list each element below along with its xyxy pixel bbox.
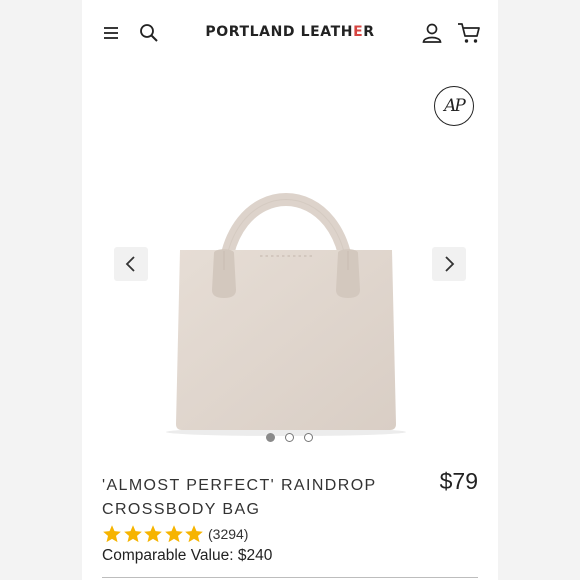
product-price: $79: [439, 468, 478, 494]
star-icon: [123, 525, 142, 543]
star-icon: [144, 525, 162, 543]
star-rating: [102, 524, 205, 544]
carousel-dot[interactable]: [304, 433, 313, 442]
product-page: PORTLAND LEATHER AP 'ALMOST PERFECT' RAI…: [82, 0, 498, 580]
brand-logo[interactable]: PORTLAND LEATHER: [202, 24, 378, 40]
account-button[interactable]: [420, 21, 444, 45]
review-count[interactable]: (3294): [208, 526, 248, 542]
search-icon: [140, 24, 158, 42]
carousel-pagination: [266, 433, 326, 445]
star-icon: [164, 525, 183, 543]
product-title-line: CROSSBODY BAG: [102, 501, 261, 518]
product-title: 'ALMOST PERFECT' RAINDROP CROSSBODY BAG: [102, 474, 402, 522]
brand-text: PORTLAND LEATH: [205, 24, 354, 40]
almost-perfect-badge: AP: [434, 86, 474, 126]
search-button[interactable]: [138, 22, 160, 44]
divider: [102, 577, 478, 578]
site-header: PORTLAND LEATHER: [82, 0, 498, 66]
brand-accent-letter: E: [353, 24, 364, 40]
product-title-line: 'ALMOST PERFECT' RAINDROP: [102, 477, 377, 494]
chevron-left-icon: [125, 256, 135, 272]
previous-image-button[interactable]: [114, 247, 148, 281]
star-icon: [103, 525, 121, 543]
brand-text-end: R: [363, 24, 375, 40]
user-icon: [422, 23, 442, 43]
carousel-dot[interactable]: [266, 433, 275, 442]
chevron-right-icon: [445, 256, 455, 272]
hamburger-menu-icon: [104, 27, 118, 39]
product-image[interactable]: [166, 140, 406, 440]
menu-button[interactable]: [102, 24, 120, 42]
cart-button[interactable]: [456, 21, 482, 45]
carousel-dot[interactable]: [285, 433, 294, 442]
comparable-value: Comparable Value: $240: [102, 547, 273, 564]
shopping-cart-icon: [458, 23, 480, 43]
star-icon: [185, 525, 203, 543]
next-image-button[interactable]: [432, 247, 466, 281]
